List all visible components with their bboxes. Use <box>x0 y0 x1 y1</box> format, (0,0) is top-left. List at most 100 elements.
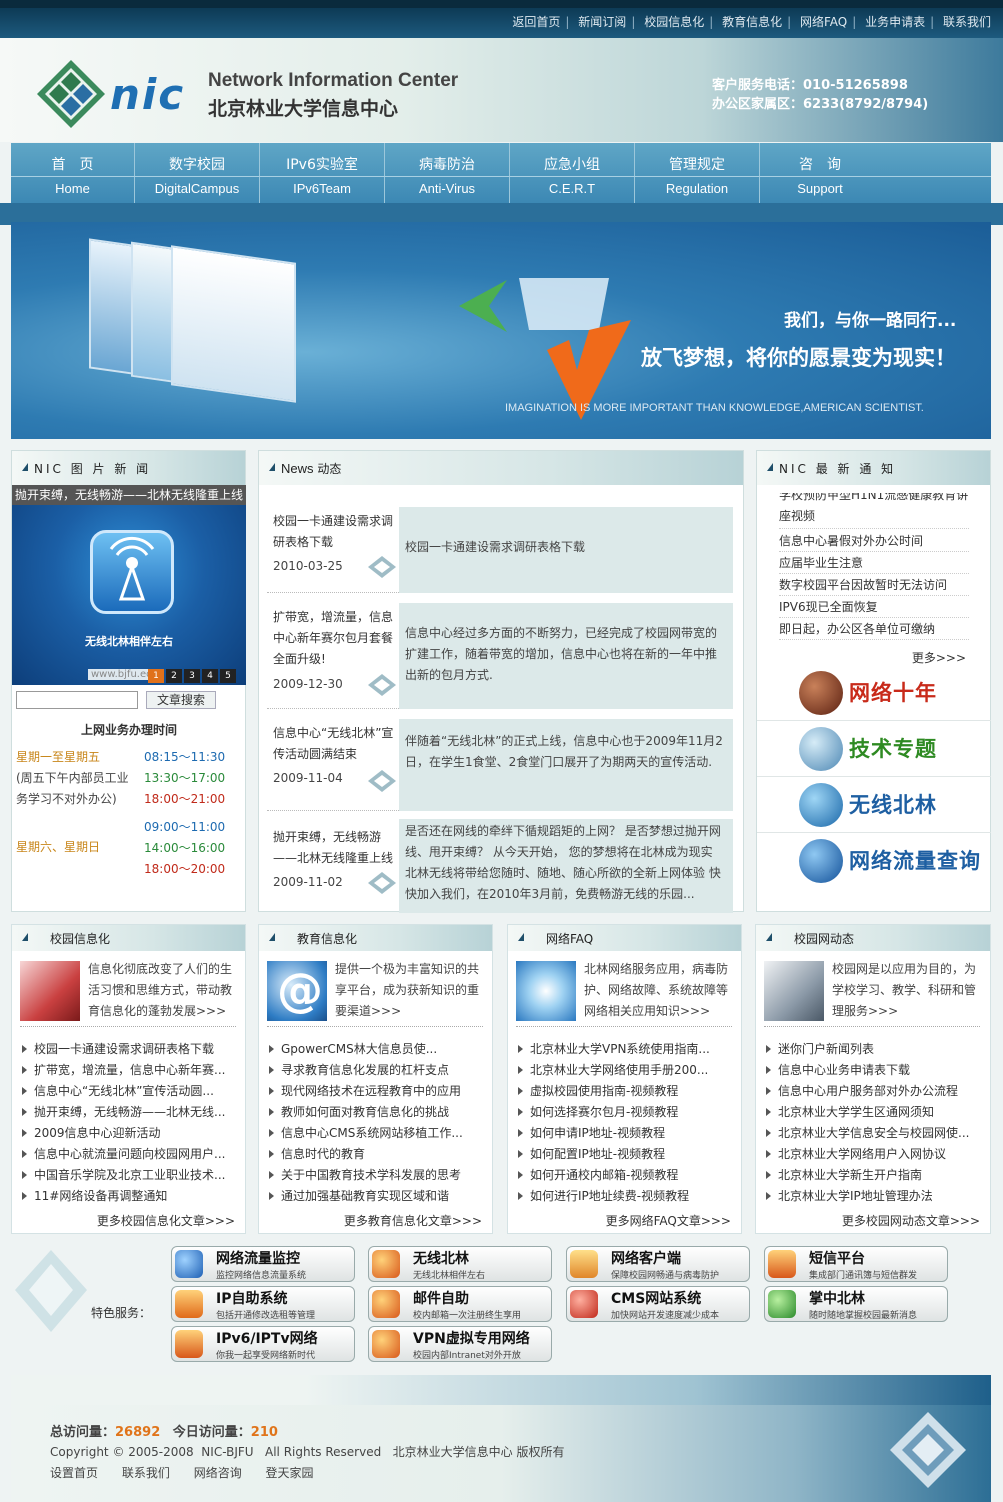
news-item[interactable]: 抛开束缚，无线畅游——北林无线隆重上线 2009-11-02 是否还在网线的牵绊… <box>267 819 733 913</box>
section-more-link[interactable]: 更多校园网动态文章>>> <box>842 1212 980 1229</box>
pic-page-3[interactable]: 3 <box>184 669 200 683</box>
notice-item[interactable]: 应届毕业生注意 <box>779 552 969 574</box>
toplink-campus-it[interactable]: 校园信息化 <box>644 15 704 29</box>
service-ipv6-iptv[interactable]: IPv6/IPTv网络 你我一起享受网络新时代 <box>171 1326 355 1362</box>
list-item[interactable]: 信息中心就流量问题向校园网用户... <box>20 1144 240 1165</box>
list-item[interactable]: 抛开束缚，无线畅游——北林无线... <box>20 1102 240 1123</box>
notices-more-link[interactable]: 更多>>> <box>912 649 966 666</box>
list-item[interactable]: 通过加强基础教育实现区域和谐 <box>267 1186 487 1207</box>
toplink-forms[interactable]: 业务申请表 <box>865 15 925 29</box>
nav-support[interactable]: 咨 询 Support <box>760 143 880 203</box>
nav-cert[interactable]: 应急小组 C.E.R.T <box>510 143 635 203</box>
footer-link-consult[interactable]: 网络咨询 <box>194 1466 242 1480</box>
service-sms[interactable]: 短信平台 集成部门通讯簿与短信群发 <box>764 1246 948 1282</box>
banner-slogan-1: 我们，与你一路同行... <box>784 311 957 331</box>
nav-ipv6[interactable]: IPv6实验室 IPv6Team <box>260 143 385 203</box>
list-item[interactable]: 校园一卡通建设需求调研表格下载 <box>20 1039 240 1060</box>
promo-traffic-query[interactable]: 网络流量查询 <box>757 833 991 889</box>
service-cms[interactable]: CMS网站系统 加快网站开发速度减少成本 <box>566 1286 750 1322</box>
list-item[interactable]: 信息中心业务申请表下载 <box>764 1060 984 1081</box>
list-item[interactable]: 北京林业大学学生区通网须知 <box>764 1102 984 1123</box>
list-item[interactable]: 2009信息中心迎新活动 <box>20 1123 240 1144</box>
list-item[interactable]: 北京林业大学IP地址管理办法 <box>764 1186 984 1207</box>
pic-page-4[interactable]: 4 <box>202 669 218 683</box>
list-item[interactable]: 11#网络设备再调整通知 <box>20 1186 240 1207</box>
service-wireless[interactable]: 无线北林 无线北林相伴左右 <box>368 1246 552 1282</box>
section-more-link[interactable]: 更多教育信息化文章>>> <box>344 1212 482 1229</box>
list-item[interactable]: 北京林业大学信息安全与校园网使... <box>764 1123 984 1144</box>
list-item[interactable]: 北京林业大学网络使用手册200... <box>516 1060 736 1081</box>
news-item-title[interactable]: 扩带宽，增流量，信息中心新年赛尔包月套餐全面升级! <box>273 607 397 670</box>
list-item[interactable]: 信息中心用户服务部对外办公流程 <box>764 1081 984 1102</box>
list-item[interactable]: 寻求教育信息化发展的杠杆支点 <box>267 1060 487 1081</box>
toplink-home[interactable]: 返回首页 <box>512 15 560 29</box>
notice-item[interactable]: 数字校园平台因故暂时无法访问 <box>779 574 969 596</box>
service-ip-self[interactable]: IP自助系统 包括开通修改选租等管理 <box>171 1286 355 1322</box>
footer-link-contact[interactable]: 联系我们 <box>122 1466 170 1480</box>
nav-regulation[interactable]: 管理规定 Regulation <box>635 143 760 203</box>
list-item[interactable]: 如何配置IP地址-视频教程 <box>516 1144 736 1165</box>
news-item[interactable]: 校园一卡通建设需求调研表格下载 2010-03-25 校园一卡通建设需求调研表格… <box>267 507 733 593</box>
section-desc[interactable]: 校园网是以应用为目的，为学校学习、教学、科研和管理服务>>> <box>832 959 982 1022</box>
list-item[interactable]: 北京林业大学VPN系统使用指南... <box>516 1039 736 1060</box>
service-vpn[interactable]: VPN虚拟专用网络 校园内部Intranet对外开放 <box>368 1326 552 1362</box>
pic-news-header: NIC 图 片 新 闻 <box>12 451 245 485</box>
service-traffic-monitor[interactable]: 网络流量监控 监控网络信息流量系统 <box>171 1246 355 1282</box>
nav-digital-campus[interactable]: 数字校园 DigitalCampus <box>135 143 260 203</box>
nic-logo-icon[interactable] <box>35 58 107 130</box>
list-item[interactable]: 现代网络技术在远程教育中的应用 <box>267 1081 487 1102</box>
list-item[interactable]: GpowerCMS林大信息员使... <box>267 1039 487 1060</box>
service-mail[interactable]: 邮件自助 校内邮箱一次注册终生享用 <box>368 1286 552 1322</box>
news-item[interactable]: 扩带宽，增流量，信息中心新年赛尔包月套餐全面升级! 2009-12-30 信息中… <box>267 603 733 709</box>
news-item-title[interactable]: 校园一卡通建设需求调研表格下载 <box>273 511 397 553</box>
notice-item[interactable]: 即日起，办公区各单位可缴纳 <box>779 618 969 640</box>
list-item[interactable]: 如何开通校内邮箱-视频教程 <box>516 1165 736 1186</box>
pic-page-5[interactable]: 5 <box>220 669 236 683</box>
pic-news-image[interactable]: 无线北林相伴左右 www.bjfu.edu 1 2 3 4 5 <box>12 505 246 685</box>
section-more-link[interactable]: 更多校园信息化文章>>> <box>97 1212 235 1229</box>
section-desc[interactable]: 提供一个极为丰富知识的共享平台，成为获新知识的重要渠道>>> <box>335 959 485 1022</box>
section-desc[interactable]: 信息化彻底改变了人们的生活习惯和思维方式，带动教育信息化的蓬勃发展>>> <box>88 959 238 1022</box>
section-desc[interactable]: 北林网络服务应用，病毒防护、网络故障、系统故障等网络相关应用知识>>> <box>584 959 734 1022</box>
nav-home[interactable]: 首 页 Home <box>11 143 135 203</box>
toplink-edu-it[interactable]: 教育信息化 <box>722 15 782 29</box>
list-item[interactable]: 如何申请IP地址-视频教程 <box>516 1123 736 1144</box>
pic-page-1[interactable]: 1 <box>148 669 164 683</box>
list-item[interactable]: 北京林业大学网络用户入网协议 <box>764 1144 984 1165</box>
toplink-contact[interactable]: 联系我们 <box>943 15 991 29</box>
list-item[interactable]: 如何选择赛尔包月-视频教程 <box>516 1102 736 1123</box>
list-item[interactable]: 虚拟校园使用指南-视频教程 <box>516 1081 736 1102</box>
service-mobile[interactable]: 掌中北林 随时随地掌握校园最新消息 <box>764 1286 948 1322</box>
news-item[interactable]: 信息中心“无线北林”宣传活动圆满结束 2009-11-04 伴随着“无线北林”的… <box>267 719 733 811</box>
list-item[interactable]: 北京林业大学新生开户指南 <box>764 1165 984 1186</box>
news-item-title[interactable]: 信息中心“无线北林”宣传活动圆满结束 <box>273 723 397 765</box>
toplink-faq[interactable]: 网络FAQ <box>800 15 847 29</box>
list-item[interactable]: 关于中国教育技术学科发展的思考 <box>267 1165 487 1186</box>
toplink-subscribe[interactable]: 新闻订阅 <box>578 15 626 29</box>
list-item[interactable]: 中国音乐学院及北京工业职业技术... <box>20 1165 240 1186</box>
search-button[interactable]: 文章搜索 <box>146 691 216 709</box>
footer-link-community[interactable]: 登天家园 <box>266 1466 314 1480</box>
news-item-title[interactable]: 抛开束缚，无线畅游——北林无线隆重上线 <box>273 827 397 869</box>
notice-item[interactable]: IPV6现已全面恢复 <box>779 596 969 618</box>
notice-item[interactable]: 学校预防甲型H1N1流感健康教育讲座视频 <box>779 493 969 529</box>
list-item[interactable]: 信息中心CMS系统网站移植工作... <box>267 1123 487 1144</box>
pic-news-caption[interactable]: 抛开束缚，无线畅游——北林无线隆重上线 <box>12 485 246 505</box>
pic-page-2[interactable]: 2 <box>166 669 182 683</box>
list-item[interactable]: 迷你门户新闻列表 <box>764 1039 984 1060</box>
list-item[interactable]: 信息时代的教育 <box>267 1144 487 1165</box>
promo-tech-topics[interactable]: 技术专题 <box>757 721 991 777</box>
notice-item[interactable]: 信息中心暑假对外办公时间 <box>779 530 969 552</box>
list-item[interactable]: 教师如何面对教育信息化的挑战 <box>267 1102 487 1123</box>
section-more-link[interactable]: 更多网络FAQ文章>>> <box>606 1212 731 1229</box>
promo-wireless[interactable]: 无线北林 <box>757 777 991 833</box>
service-client[interactable]: 网络客户端 保障校园网畅通与病毒防护 <box>566 1246 750 1282</box>
nav-antivirus[interactable]: 病毒防治 Anti-Virus <box>385 143 510 203</box>
footer-link-set-home[interactable]: 设置首页 <box>50 1466 98 1480</box>
list-item[interactable]: 信息中心“无线北林”宣传活动圆... <box>20 1081 240 1102</box>
list-item[interactable]: 如何进行IP地址续费-视频教程 <box>516 1186 736 1207</box>
search-input[interactable] <box>16 691 138 709</box>
promo-network-decade[interactable]: 网络十年 <box>757 665 991 721</box>
news-item-summary: 是否还在网线的牵绊下循规蹈矩的上网？ 是否梦想过抛开网线、甩开束缚？ 从今天开始… <box>399 819 733 913</box>
list-item[interactable]: 扩带宽，增流量，信息中心新年赛... <box>20 1060 240 1081</box>
